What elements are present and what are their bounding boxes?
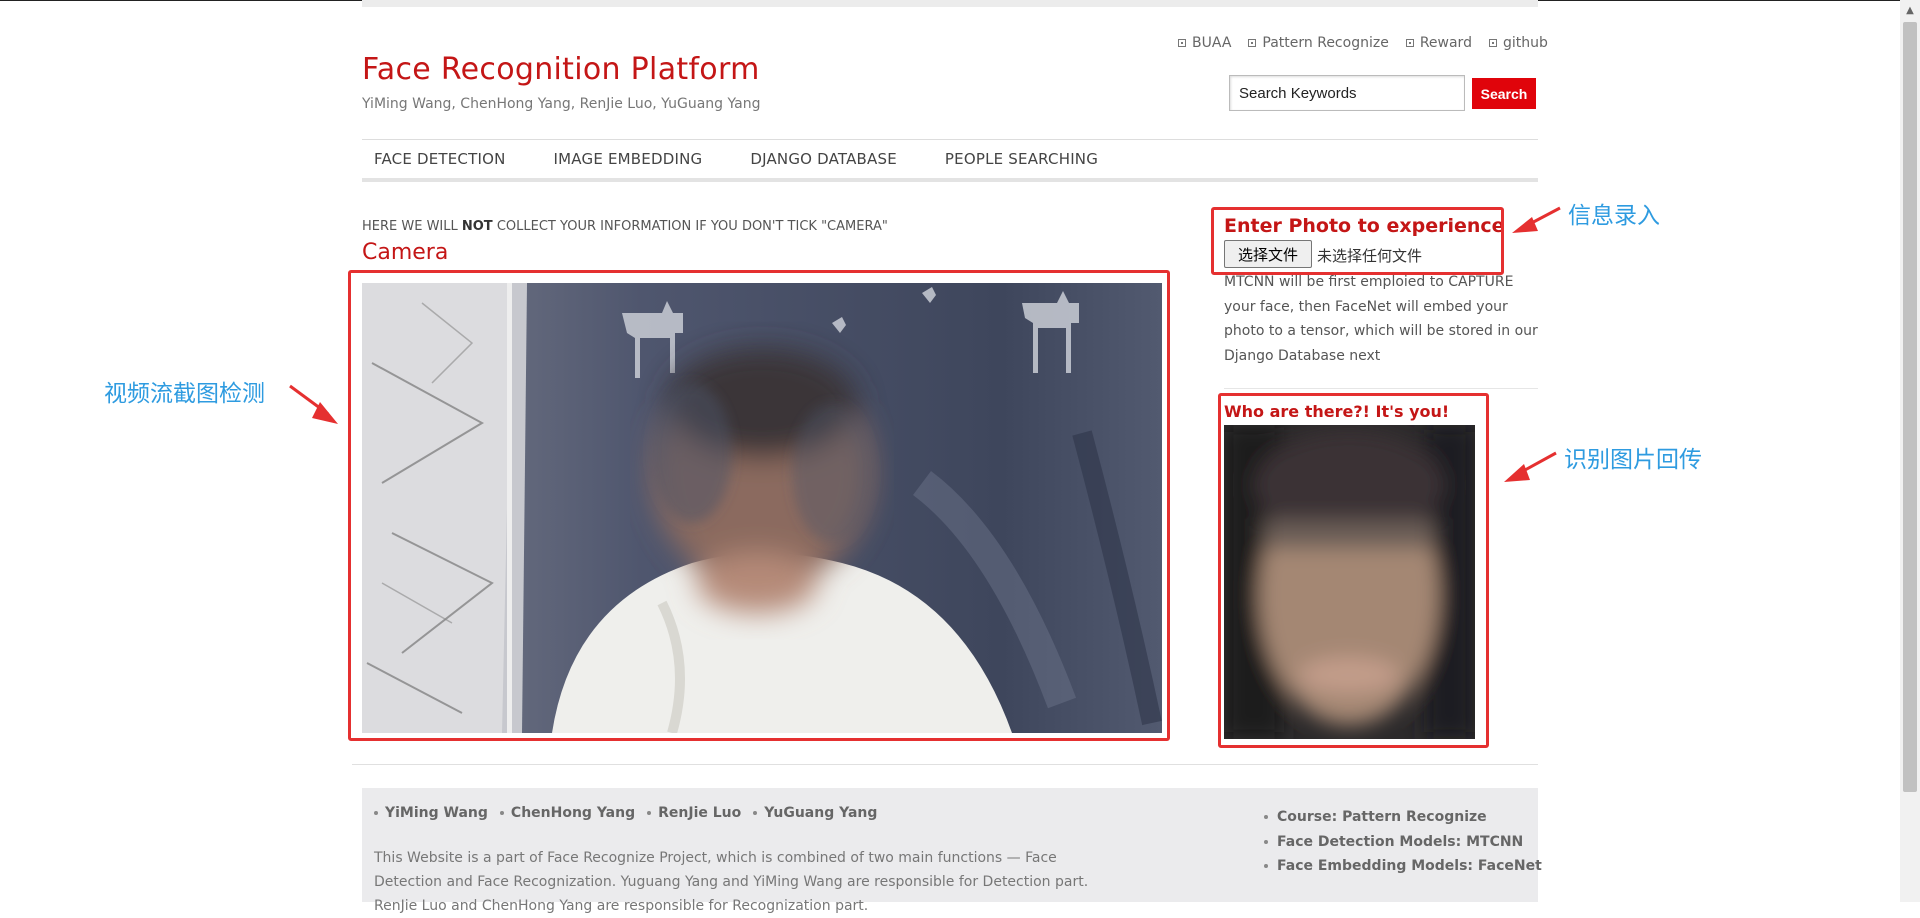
nav-item-django-database[interactable]: DJANGO DATABASE: [738, 150, 909, 168]
author-name: ChenHong Yang: [510, 805, 636, 821]
footer-info-item[interactable]: Face Embedding Models: FaceNet: [1264, 854, 1542, 879]
bullet-icon: [647, 811, 652, 815]
footer-description: This Website is a part of Face Recognize…: [374, 850, 1089, 914]
site-subtitle: YiMing Wang, ChenHong Yang, RenJie Luo, …: [362, 96, 761, 112]
link-square-icon: [1405, 39, 1414, 47]
notice-text: HERE WE WILL: [362, 219, 462, 234]
nav-divider-bottom: [362, 178, 1538, 182]
footer-author-link[interactable]: YiMing Wang: [374, 805, 488, 821]
top-link-label: github: [1502, 35, 1548, 51]
top-link-label: BUAA: [1192, 35, 1232, 51]
camera-title: Camera: [362, 240, 449, 265]
top-link-reward[interactable]: Reward: [1405, 35, 1472, 51]
annotation-label-video: 视频流截图检测: [104, 381, 265, 407]
annotation-box-video: [348, 270, 1170, 741]
author-name: RenJie Luo: [658, 805, 742, 821]
search-button[interactable]: Search: [1472, 78, 1536, 109]
search-input[interactable]: [1229, 75, 1465, 111]
link-square-icon: [1488, 39, 1497, 47]
site-title[interactable]: Face Recognition Platform: [362, 52, 760, 87]
bullet-icon: [499, 811, 504, 815]
content-divider: [352, 764, 1538, 765]
bullet-icon: [1264, 839, 1268, 844]
model-description: MTCNN will be first emploied to CAPTURE …: [1224, 274, 1538, 364]
footer-author-link[interactable]: RenJie Luo: [647, 805, 741, 821]
annotation-arrow-video-icon: [289, 384, 338, 424]
sidebar-divider: [1224, 388, 1538, 389]
notice-text: COLLECT YOUR INFORMATION IF YOU DON'T TI…: [492, 219, 888, 234]
footer-info-item[interactable]: Face Detection Models: MTCNN: [1264, 830, 1542, 855]
annotation-box-result: [1218, 393, 1489, 748]
notice-emphasis: NOT: [461, 219, 493, 234]
footer-info-label: Course: Pattern Recognize: [1277, 809, 1487, 825]
footer-author-link[interactable]: YuGuang Yang: [753, 805, 877, 821]
footer-author-link[interactable]: ChenHong Yang: [499, 805, 636, 821]
top-link-pattern-recognize[interactable]: Pattern Recognize: [1248, 35, 1389, 51]
annotation-arrow-enter-icon: [1512, 206, 1561, 233]
footer-info-label: Face Detection Models: MTCNN: [1277, 833, 1524, 850]
main-nav: FACE DETECTION IMAGE EMBEDDING DJANGO DA…: [362, 140, 1134, 178]
privacy-notice: HERE WE WILL NOT COLLECT YOUR INFORMATIO…: [362, 219, 888, 234]
footer-info-list: Course: Pattern Recognize Face Detection…: [1264, 805, 1542, 879]
top-link-buaa[interactable]: BUAA: [1178, 35, 1231, 51]
annotation-arrow-result-icon: [1504, 451, 1557, 482]
annotation-label-enter: 信息录入: [1568, 203, 1660, 229]
author-name: YiMing Wang: [385, 805, 488, 821]
top-link-github[interactable]: github: [1488, 35, 1548, 51]
annotation-label-result: 识别图片回传: [1564, 447, 1702, 473]
nav-item-face-detection[interactable]: FACE DETECTION: [362, 150, 518, 168]
annotation-box-enter: [1211, 207, 1504, 275]
top-links: BUAA Pattern Recognize Reward github: [1178, 35, 1548, 51]
bullet-icon: [374, 811, 378, 815]
link-square-icon: [1248, 39, 1257, 47]
nav-item-image-embedding[interactable]: IMAGE EMBEDDING: [542, 150, 715, 168]
footer-info-label: Face Embedding Models: FaceNet: [1277, 858, 1542, 874]
author-name: YuGuang Yang: [764, 805, 878, 821]
top-link-label: Pattern Recognize: [1262, 35, 1389, 51]
bullet-icon: [1264, 815, 1268, 820]
top-link-label: Reward: [1419, 35, 1472, 51]
top-rule: [362, 0, 1538, 7]
link-square-icon: [1178, 39, 1186, 47]
bullet-icon: [753, 811, 758, 815]
scrollbar-thumb[interactable]: [1903, 22, 1917, 792]
footer-author-links: YiMing Wang ChenHong Yang RenJie Luo YuG…: [374, 805, 877, 821]
footer-info-item[interactable]: Course: Pattern Recognize: [1264, 805, 1542, 830]
scroll-up-arrow-icon[interactable]: ▲: [1903, 4, 1917, 18]
nav-item-people-searching[interactable]: PEOPLE SEARCHING: [933, 150, 1110, 168]
bullet-icon: [1264, 864, 1268, 869]
